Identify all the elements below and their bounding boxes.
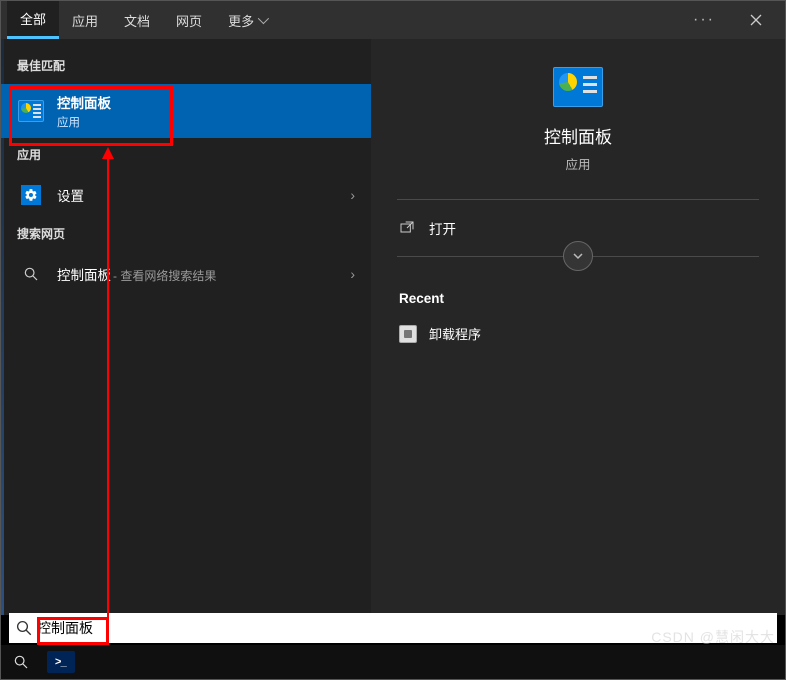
result-title: 设置: [57, 185, 350, 205]
search-icon: [15, 619, 33, 637]
expand-button[interactable]: [563, 241, 593, 271]
results-pane: 最佳匹配 控制面板 应用 应用 设置 › 搜索网页: [1, 39, 371, 615]
result-web-search[interactable]: 控制面板- 查看网络搜索结果 ›: [1, 252, 371, 296]
recent-header: Recent: [399, 291, 759, 306]
search-icon: [13, 654, 29, 670]
control-panel-icon: [553, 67, 603, 107]
taskbar-search-button[interactable]: [1, 645, 41, 679]
search-icon: [17, 260, 45, 288]
preview-pane: 控制面板 应用 打开 Recent 卸载程序: [371, 39, 785, 615]
chevron-right-icon: ›: [350, 187, 355, 203]
result-subtitle: 应用: [57, 114, 355, 130]
preview-subtitle: 应用: [565, 154, 590, 173]
tab-web[interactable]: 网页: [163, 1, 215, 39]
taskbar-powershell[interactable]: >_: [41, 645, 81, 679]
close-button[interactable]: [733, 1, 779, 39]
preview-title: 控制面板: [544, 123, 612, 148]
result-title: 控制面板: [57, 92, 355, 112]
gear-icon: [21, 185, 41, 205]
recent-uninstall[interactable]: 卸载程序: [397, 320, 759, 347]
programs-icon: [399, 325, 417, 343]
powershell-icon: >_: [47, 651, 75, 673]
result-control-panel[interactable]: 控制面板 应用: [1, 84, 371, 138]
result-title: 控制面板- 查看网络搜索结果: [57, 264, 350, 284]
result-settings[interactable]: 设置 ›: [1, 173, 371, 217]
section-web: 搜索网页: [1, 217, 371, 252]
recent-label: 卸载程序: [429, 324, 481, 343]
open-action[interactable]: 打开: [397, 200, 759, 257]
open-icon: [399, 220, 415, 236]
chevron-right-icon: ›: [350, 266, 355, 282]
close-icon: [750, 14, 762, 26]
control-panel-icon: [18, 100, 44, 122]
tab-more[interactable]: 更多: [215, 1, 279, 39]
filter-tabs: 全部 应用 文档 网页 更多 ···: [1, 1, 785, 39]
search-window: 全部 应用 文档 网页 更多 ··· 最佳匹配 控制面板 应用 应用: [0, 0, 786, 680]
chevron-down-icon: [572, 250, 584, 262]
section-apps: 应用: [1, 138, 371, 173]
tab-apps[interactable]: 应用: [59, 1, 111, 39]
section-best-match: 最佳匹配: [1, 49, 371, 84]
more-options-button[interactable]: ···: [675, 11, 733, 29]
chevron-down-icon: [258, 13, 269, 24]
watermark: CSDN @慧闲大大: [651, 627, 775, 647]
tab-docs[interactable]: 文档: [111, 1, 163, 39]
open-label: 打开: [429, 218, 456, 238]
taskbar: >_: [1, 645, 785, 679]
tab-all[interactable]: 全部: [7, 1, 59, 39]
